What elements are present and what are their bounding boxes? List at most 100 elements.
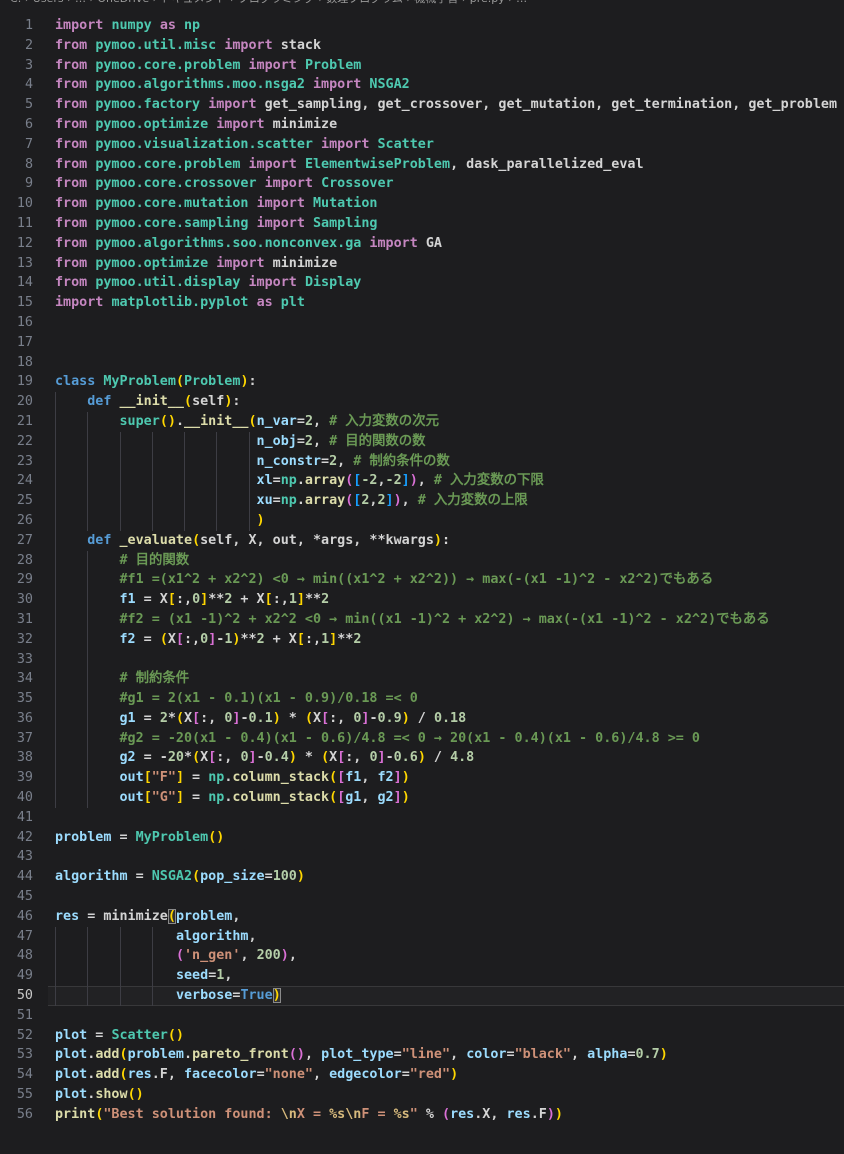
code-line[interactable]: 1import numpy as np bbox=[0, 16, 844, 36]
code-token: - bbox=[369, 711, 377, 726]
code-line[interactable]: 7from pymoo.visualization.scatter import… bbox=[0, 135, 844, 155]
code-token: ) bbox=[402, 711, 410, 726]
code-line[interactable]: 56print("Best solution found: \nX = %s\n… bbox=[0, 1105, 844, 1125]
code-text: from pymoo.algorithms.soo.nonconvex.ga i… bbox=[55, 234, 442, 254]
code-text: from pymoo.optimize import minimize bbox=[55, 254, 337, 274]
code-token: = X bbox=[136, 592, 168, 607]
code-token: ( bbox=[184, 394, 192, 409]
code-line[interactable]: 47 algorithm, bbox=[0, 927, 844, 947]
code-line[interactable]: 52plot = Scatter() bbox=[0, 1026, 844, 1046]
code-line[interactable]: 43 bbox=[0, 847, 844, 867]
code-token: * bbox=[297, 750, 321, 765]
code-token: 2 bbox=[329, 454, 337, 469]
code-token: plot bbox=[55, 1028, 87, 1043]
code-line[interactable]: 38 g2 = -20*(X[:, 0]-0.4) * (X[:, 0]-0.6… bbox=[0, 748, 844, 768]
code-line[interactable]: 19class MyProblem(Problem): bbox=[0, 372, 844, 392]
code-line[interactable]: 18 bbox=[0, 353, 844, 373]
code-line[interactable]: 8from pymoo.core.problem import Elementw… bbox=[0, 155, 844, 175]
code-line[interactable]: 22 n_obj=2, # 目的関数の数 bbox=[0, 432, 844, 452]
code-line[interactable]: 49 seed=1, bbox=[0, 966, 844, 986]
code-token: [ bbox=[176, 632, 184, 647]
code-line[interactable]: 31 #f2 = (x1 -1)^2 + x2^2 <0 → min((x1 -… bbox=[0, 610, 844, 630]
code-token: ( bbox=[168, 909, 176, 924]
code-line[interactable]: 27 def _evaluate(self, X, out, *args, **… bbox=[0, 531, 844, 551]
code-line[interactable]: 40 out["G"] = np.column_stack([g1, g2]) bbox=[0, 788, 844, 808]
code-line[interactable]: 50 verbose=True) bbox=[0, 986, 844, 1006]
code-line[interactable]: 44algorithm = NSGA2(pop_size=100) bbox=[0, 867, 844, 887]
code-line[interactable]: 10from pymoo.core.mutation import Mutati… bbox=[0, 194, 844, 214]
comment-token: #g1 = 2(x1 - 0.1)(x1 - 0.9)/0.18 =< 0 bbox=[120, 691, 418, 706]
code-token: , bbox=[361, 790, 377, 805]
code-line[interactable]: 53plot.add(problem.pareto_front(), plot_… bbox=[0, 1045, 844, 1065]
code-token: True bbox=[240, 988, 272, 1003]
code-line[interactable]: 3from pymoo.core.problem import Problem bbox=[0, 56, 844, 76]
comment-token: # 目的関数の数 bbox=[329, 434, 425, 449]
code-line[interactable]: 2from pymoo.util.misc import stack bbox=[0, 36, 844, 56]
code-line[interactable]: 20 def __init__(self): bbox=[0, 392, 844, 412]
code-line[interactable]: 17 bbox=[0, 333, 844, 353]
code-token bbox=[55, 731, 120, 746]
code-token: X bbox=[184, 711, 192, 726]
code-line[interactable]: 28 # 目的関数 bbox=[0, 551, 844, 571]
code-line[interactable]: 37 #g2 = -20(x1 - 0.4)(x1 - 0.6)/4.8 =< … bbox=[0, 729, 844, 749]
indent-guide bbox=[87, 650, 88, 670]
code-token: pop_size bbox=[200, 869, 265, 884]
code-line[interactable]: 46res = minimize(problem, bbox=[0, 907, 844, 927]
code-token: " bbox=[410, 1107, 418, 1122]
code-line[interactable]: 30 f1 = X[:,0]**2 + X[:,1]**2 bbox=[0, 590, 844, 610]
code-token: minimize bbox=[265, 256, 338, 271]
code-token: import bbox=[249, 275, 297, 290]
code-token: X bbox=[329, 750, 337, 765]
code-line[interactable]: 32 f2 = (X[:,0]-1)**2 + X[:,1]**2 bbox=[0, 630, 844, 650]
code-line[interactable]: 42problem = MyProblem() bbox=[0, 828, 844, 848]
code-line[interactable]: 41 bbox=[0, 808, 844, 828]
line-number: 26 bbox=[0, 511, 33, 531]
code-token: -2 bbox=[361, 473, 377, 488]
code-line[interactable]: 45 bbox=[0, 887, 844, 907]
code-line[interactable]: 35 #g1 = 2(x1 - 0.1)(x1 - 0.9)/0.18 =< 0 bbox=[0, 689, 844, 709]
code-line[interactable]: 12 from pymoo.algorithms.soo.nonconvex.ga… bbox=[0, 234, 844, 254]
code-line[interactable]: 4from pymoo.algorithms.moo.nsga2 import … bbox=[0, 75, 844, 95]
code-token: * bbox=[168, 711, 176, 726]
code-line[interactable]: 29 #f1 =(x1^2 + x2^2) <0 → min((x1^2 + x… bbox=[0, 570, 844, 590]
line-number: 12 bbox=[0, 234, 33, 254]
code-line[interactable]: 48 ('n_gen', 200), bbox=[0, 946, 844, 966]
code-line[interactable]: 39 out["F"] = np.column_stack([f1, f2]) bbox=[0, 768, 844, 788]
code-line[interactable]: 33 bbox=[0, 650, 844, 670]
code-line[interactable]: 51 bbox=[0, 1006, 844, 1026]
code-token: pymoo.optimize bbox=[95, 117, 208, 132]
code-line[interactable]: 16 bbox=[0, 313, 844, 333]
code-editor[interactable]: 1import numpy as np2from pymoo.util.misc… bbox=[0, 8, 844, 1125]
code-line[interactable]: 13from pymoo.optimize import minimize bbox=[0, 254, 844, 274]
code-line[interactable]: 6from pymoo.optimize import minimize bbox=[0, 115, 844, 135]
code-token: self bbox=[192, 394, 224, 409]
code-text: from pymoo.visualization.scatter import … bbox=[55, 135, 434, 155]
code-token: column_stack bbox=[232, 770, 329, 785]
code-token bbox=[257, 176, 265, 191]
code-token: 0.7 bbox=[636, 1047, 660, 1062]
code-token: as bbox=[160, 18, 176, 33]
code-line[interactable]: 5from pymoo.factory import get_sampling,… bbox=[0, 95, 844, 115]
code-line[interactable]: 24 xl=np.array([-2,-2]), # 入力変数の下限 bbox=[0, 471, 844, 491]
code-line[interactable]: 26 ) bbox=[0, 511, 844, 531]
line-number: 20 bbox=[0, 392, 33, 412]
code-line[interactable]: 25 xu=np.array([2,2]), # 入力変数の上限 bbox=[0, 491, 844, 511]
code-token: from bbox=[55, 38, 87, 53]
code-line[interactable]: 34 # 制約条件 bbox=[0, 669, 844, 689]
code-line[interactable]: 14from pymoo.util.display import Display bbox=[0, 273, 844, 293]
code-token: = bbox=[321, 454, 329, 469]
code-line[interactable]: 9from pymoo.core.crossover import Crosso… bbox=[0, 174, 844, 194]
breadcrumb[interactable]: C: › Users › … › OneDrive › ドキュメント › プログ… bbox=[0, 0, 844, 8]
code-line[interactable]: 21 super().__init__(n_var=2, # 入力変数の次元 bbox=[0, 412, 844, 432]
code-line[interactable]: 23 n_constr=2, # 制約条件の数 bbox=[0, 452, 844, 472]
code-line[interactable]: 15import matplotlib.pyplot as plt bbox=[0, 293, 844, 313]
code-token: 1 bbox=[289, 592, 297, 607]
code-line[interactable]: 11from pymoo.core.sampling import Sampli… bbox=[0, 214, 844, 234]
code-token: np bbox=[208, 790, 224, 805]
code-line[interactable]: 55plot.show() bbox=[0, 1085, 844, 1105]
code-token: -2 bbox=[386, 473, 402, 488]
code-token: [ bbox=[297, 632, 305, 647]
code-line[interactable]: 54plot.add(res.F, facecolor="none", edge… bbox=[0, 1065, 844, 1085]
code-line[interactable]: 36 g1 = 2*(X[:, 0]-0.1) * (X[:, 0]-0.9) … bbox=[0, 709, 844, 729]
code-token: 2 bbox=[377, 493, 385, 508]
